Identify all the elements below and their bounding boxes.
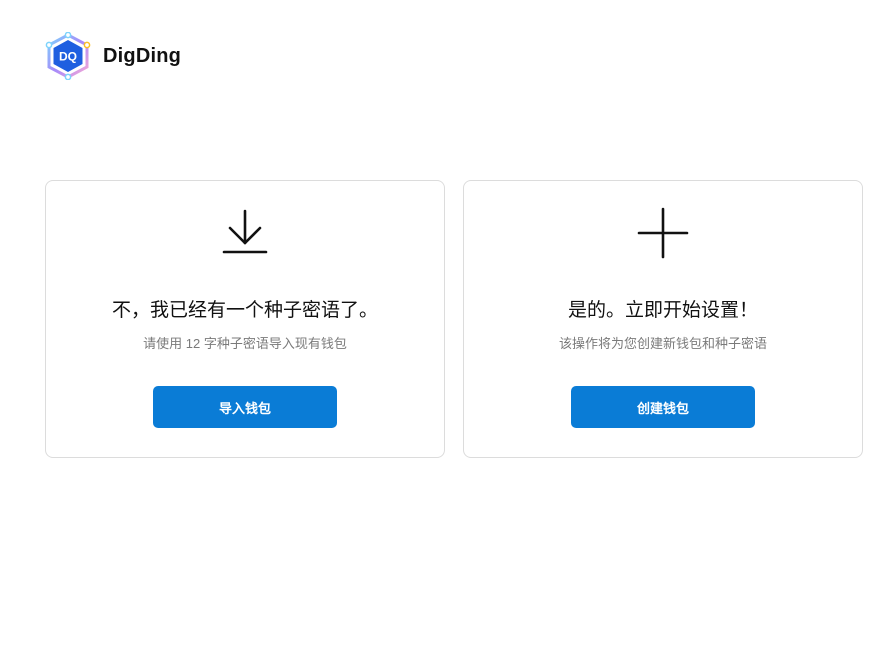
- import-card-title: 不，我已经有一个种子密语了。: [111, 300, 378, 321]
- digding-logo: DQ: [45, 32, 91, 80]
- create-card-description: 该操作将为您创建新钱包和种子密语: [558, 336, 767, 351]
- download-icon: [222, 209, 268, 254]
- import-card-description: 请使用 12 字种子密语导入现有钱包: [143, 336, 347, 351]
- logo-text: DQ: [59, 50, 77, 64]
- import-wallet-button[interactable]: 导入钱包: [153, 386, 337, 428]
- app-header: DQ DigDing: [45, 32, 181, 80]
- create-card-title: 是的。立即开始设置！: [567, 300, 758, 321]
- create-wallet-button[interactable]: 创建钱包: [571, 386, 755, 428]
- create-wallet-card: 是的。立即开始设置！ 该操作将为您创建新钱包和种子密语 创建钱包: [463, 180, 863, 458]
- plus-icon: [637, 207, 689, 259]
- brand-name: DigDing: [103, 44, 182, 67]
- import-wallet-card: 不，我已经有一个种子密语了。 请使用 12 字种子密语导入现有钱包 导入钱包: [45, 180, 445, 458]
